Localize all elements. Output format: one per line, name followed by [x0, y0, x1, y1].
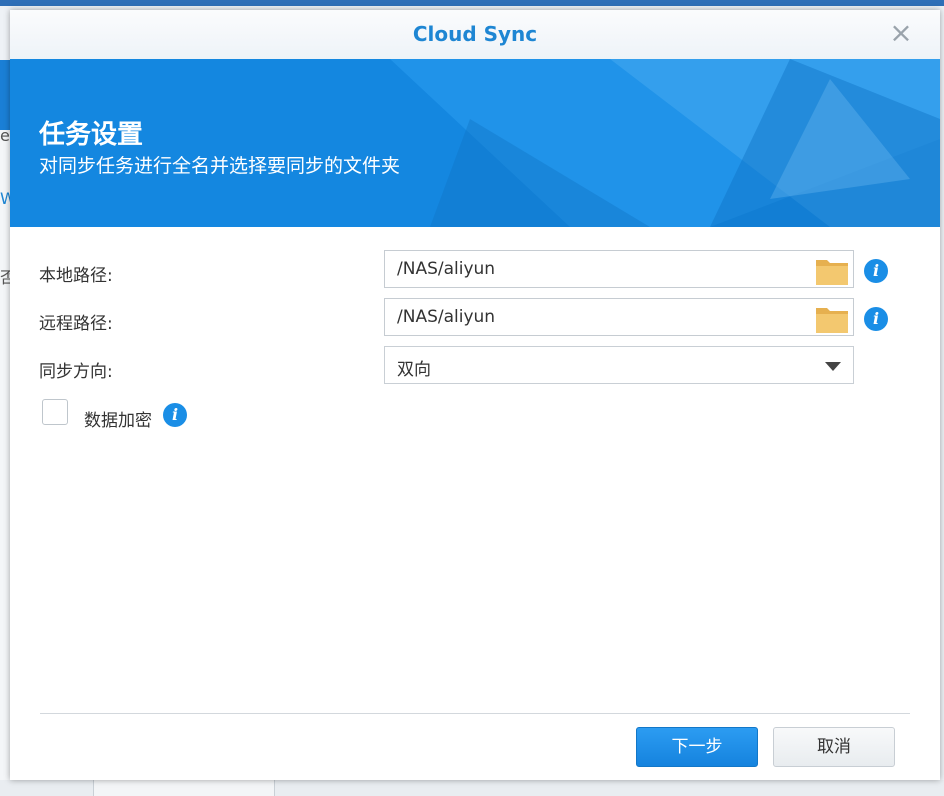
close-button[interactable]: ×	[886, 18, 916, 48]
task-settings-banner: 任务设置 对同步任务进行全名并选择要同步的文件夹	[10, 59, 940, 227]
data-encryption-checkbox[interactable]	[42, 399, 68, 425]
local-path-field[interactable]: /NAS/aliyun	[384, 250, 854, 288]
sync-direction-value: 双向	[397, 360, 431, 380]
local-path-value: /NAS/aliyun	[397, 259, 496, 279]
background-text-fragment: e	[0, 126, 10, 145]
cancel-button[interactable]: 取消	[773, 727, 895, 767]
close-icon: ×	[889, 16, 913, 49]
remote-path-value: /NAS/aliyun	[397, 307, 496, 327]
background-app-topbar	[0, 0, 944, 6]
background-app-panel	[93, 780, 275, 796]
folder-icon[interactable]	[815, 256, 849, 286]
folder-icon[interactable]	[815, 304, 849, 334]
banner-title: 任务设置	[39, 120, 144, 150]
banner-decoration	[390, 59, 940, 227]
footer-divider	[40, 713, 910, 714]
local-path-label: 本地路径:	[39, 266, 113, 286]
data-encryption-info-icon[interactable]: i	[163, 403, 187, 427]
remote-path-label: 远程路径:	[39, 314, 113, 334]
sync-direction-label: 同步方向:	[39, 362, 113, 382]
next-button[interactable]: 下一步	[636, 727, 758, 767]
remote-path-info-icon[interactable]: i	[864, 307, 888, 331]
dialog-titlebar[interactable]: Cloud Sync ×	[10, 10, 940, 59]
dialog-title: Cloud Sync	[412, 22, 538, 46]
local-path-info-icon[interactable]: i	[864, 259, 888, 283]
remote-path-field[interactable]: /NAS/aliyun	[384, 298, 854, 336]
sync-direction-select[interactable]: 双向	[384, 346, 854, 384]
banner-subtitle: 对同步任务进行全名并选择要同步的文件夹	[39, 155, 401, 177]
background-app-bottom	[0, 780, 944, 796]
data-encryption-label: 数据加密	[84, 411, 152, 431]
cloud-sync-dialog: Cloud Sync × 任务设置 对同步任务进行全名并选择要同步的文件夹 本地…	[10, 10, 940, 780]
chevron-down-icon[interactable]	[825, 362, 841, 371]
